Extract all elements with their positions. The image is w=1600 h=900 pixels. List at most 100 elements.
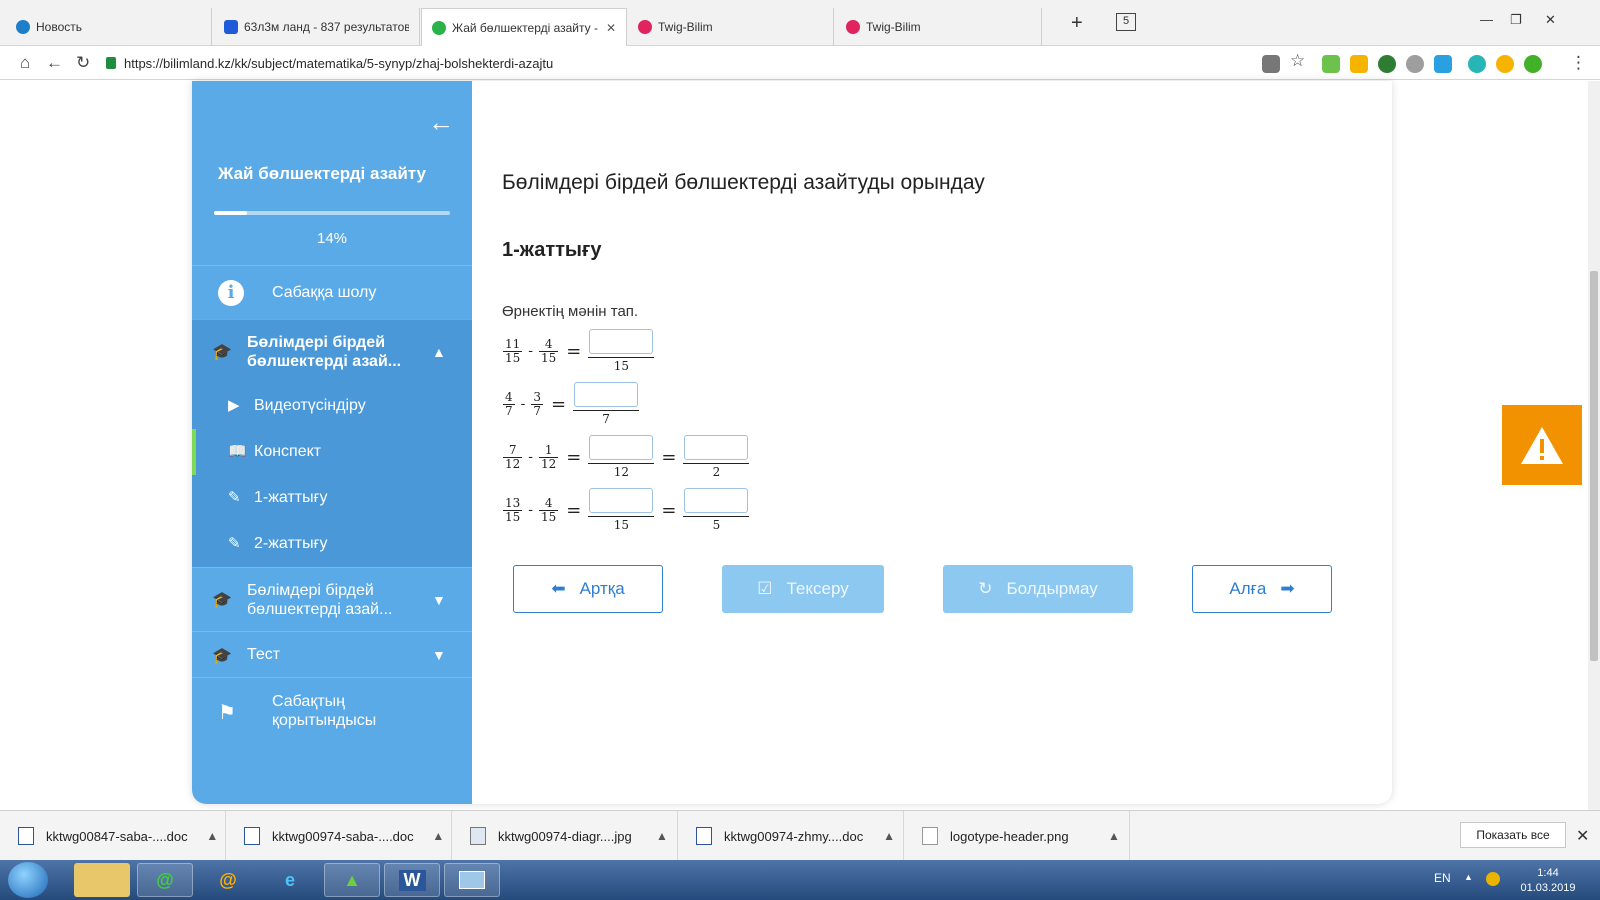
close-downloads-icon[interactable]: ✕ (1576, 826, 1589, 846)
minimize-icon[interactable]: — (1480, 12, 1493, 27)
chat-extension-icon[interactable] (1496, 55, 1514, 73)
chevron-up-icon[interactable]: ▲ (1099, 829, 1129, 843)
browser-tab[interactable]: Новость (6, 8, 212, 46)
browser-tab[interactable]: Twig-Bilim (836, 8, 1042, 46)
browser-tab-active[interactable]: Жай бөлшектерді азайту - Б ✕ (421, 8, 627, 46)
extension-icon[interactable] (1378, 55, 1396, 73)
home-icon[interactable]: ⌂ (20, 54, 30, 72)
language-indicator[interactable]: EN (1434, 871, 1451, 885)
address-bar: ⌂ ← ↻ https://bilimland.kz/kk/subject/ma… (0, 46, 1600, 115)
numerator-input[interactable] (589, 488, 654, 513)
progress-bar-fill (214, 211, 248, 215)
extension-icon[interactable] (1524, 55, 1542, 73)
minus-sign: - (520, 396, 526, 412)
numerator-input[interactable] (589, 329, 654, 354)
start-button[interactable] (8, 862, 48, 898)
minus-sign: - (528, 449, 534, 465)
graduation-cap-icon: 🎓 (212, 344, 232, 361)
chevron-up-icon[interactable]: ▲ (200, 829, 225, 843)
sidebar-section-1[interactable]: 🎓 Бөлімдері бірдей бөлшектерді азай... ▲ (192, 319, 472, 383)
word-icon[interactable]: W (384, 863, 440, 897)
internet-explorer-icon[interactable]: e (262, 863, 318, 897)
menu-icon[interactable]: ⋮ (1570, 54, 1587, 72)
numerator-input[interactable] (684, 435, 749, 460)
app-icon[interactable]: ▲ (324, 863, 380, 897)
chevron-up-icon[interactable]: ▲ (875, 829, 903, 843)
sidebar-item-label: Сабақтың қорытындысы (272, 693, 377, 729)
chevron-up-icon[interactable]: ▲ (647, 829, 677, 843)
back-nav-icon[interactable]: ← (46, 54, 63, 72)
active-marker (192, 429, 196, 475)
fraction: 4 15 (539, 495, 559, 524)
download-item[interactable]: kktwg00974-zhmy....doc ▲ (678, 811, 904, 861)
report-error-button[interactable] (1502, 405, 1582, 485)
edit-icon: ✎ (228, 535, 241, 552)
chevron-down-icon[interactable]: ▼ (432, 647, 446, 663)
next-button[interactable]: Алға ➡ (1192, 565, 1332, 613)
course-title: Жай бөлшектерді азайту (218, 164, 426, 183)
answer-fraction: 15 (588, 329, 655, 373)
url-field[interactable]: https://bilimland.kz/kk/subject/matemati… (106, 52, 1246, 74)
sidebar-subitem-conspect[interactable]: 📖 Конспект (192, 429, 472, 475)
close-window-icon[interactable]: ✕ (1545, 12, 1556, 28)
mail-icon[interactable]: @ (200, 863, 256, 897)
download-item[interactable]: logotype-header.png ▲ (904, 811, 1130, 861)
clock[interactable]: 1:44 01.03.2019 (1518, 866, 1578, 896)
new-tab-button[interactable]: + (1071, 12, 1083, 35)
sidebar-item-overview[interactable]: i Сабаққа шолу (192, 265, 472, 319)
chevron-down-icon[interactable]: ▼ (432, 592, 446, 608)
sidebar-subitem-video[interactable]: ▶ Видеотүсіндіру (192, 383, 472, 429)
numerator-input[interactable] (684, 488, 749, 513)
extension-icon[interactable] (1468, 55, 1486, 73)
equation-row: 11 15 - 4 15 = 15 (502, 329, 655, 373)
sidebar-submenu: ▶ Видеотүсіндіру 📖 Конспект ✎ 1-жаттығу … (192, 383, 472, 567)
photo-viewer-icon[interactable] (444, 863, 500, 897)
tray-app-icon[interactable] (1486, 872, 1500, 886)
browser-tab[interactable]: 63л3м ланд - 837 результатов (214, 8, 420, 46)
sidebar-section-test[interactable]: 🎓 Тест ▼ (192, 631, 472, 677)
tray-expand-icon[interactable]: ▲ (1464, 872, 1473, 882)
browser-tab[interactable]: Twig-Bilim (628, 8, 834, 46)
answer-fraction: 2 (683, 435, 750, 479)
fraction: 37 (531, 389, 544, 418)
restore-icon[interactable]: ❐ (1510, 12, 1522, 28)
close-tab-icon[interactable]: ✕ (606, 21, 616, 35)
minus-sign: - (528, 502, 534, 518)
fraction: 13 15 (503, 495, 523, 524)
download-item[interactable]: kktwg00847-saba-....doc ▲ (0, 811, 226, 861)
extension-icon[interactable] (1322, 55, 1340, 73)
mail-agent-icon[interactable]: @ (137, 863, 193, 897)
file-explorer-icon[interactable] (74, 863, 130, 897)
sidebar-item-conclusion[interactable]: ⚑ Сабақтың қорытындысы (192, 677, 472, 745)
exercise-title: 1-жаттығу (502, 239, 602, 261)
back-arrow-icon[interactable]: ← (428, 107, 454, 138)
translate-icon[interactable] (1262, 55, 1280, 73)
chevron-up-icon[interactable]: ▲ (432, 344, 446, 360)
reload-icon[interactable]: ↻ (76, 54, 90, 72)
numerator-input[interactable] (589, 435, 654, 460)
lesson-content: ⤢ Бөлімдері бірдей бөлшектерді азайтуды … (472, 81, 1392, 804)
download-item[interactable]: kktwg00974-saba-....doc ▲ (226, 811, 452, 861)
twig-icon (638, 20, 652, 34)
word-doc-icon (18, 827, 34, 845)
sidebar-subitem-exercise-2[interactable]: ✎ 2-жаттығу (192, 521, 472, 567)
twig-icon (846, 20, 860, 34)
extension-icon[interactable] (1350, 55, 1368, 73)
page-scrollbar[interactable] (1588, 81, 1600, 810)
extension-icon[interactable] (1406, 55, 1424, 73)
sidebar-subitem-exercise-1[interactable]: ✎ 1-жаттығу (192, 475, 472, 521)
extension-icon[interactable] (1434, 55, 1452, 73)
reset-button[interactable]: ↻ Болдырмау (943, 565, 1133, 613)
file-icon (922, 827, 938, 845)
scrollbar-thumb[interactable] (1590, 271, 1598, 661)
sidebar-section-2[interactable]: 🎓 Бөлімдері бірдей бөлшектерді азай... ▼ (192, 567, 472, 631)
back-button[interactable]: ⬅ Артқа (513, 565, 663, 613)
bookmark-star-icon[interactable]: ☆ (1290, 52, 1305, 70)
show-all-downloads-button[interactable]: Показать все (1460, 822, 1566, 848)
check-button[interactable]: ☑ Тексеру (722, 565, 884, 613)
tab-count-button[interactable]: 5 (1116, 13, 1136, 31)
lesson-card: ← Жай бөлшектерді азайту 14% i Сабаққа ш… (192, 81, 1392, 804)
download-item[interactable]: kktwg00974-diagr....jpg ▲ (452, 811, 678, 861)
chevron-up-icon[interactable]: ▲ (426, 829, 451, 843)
numerator-input[interactable] (574, 382, 639, 407)
